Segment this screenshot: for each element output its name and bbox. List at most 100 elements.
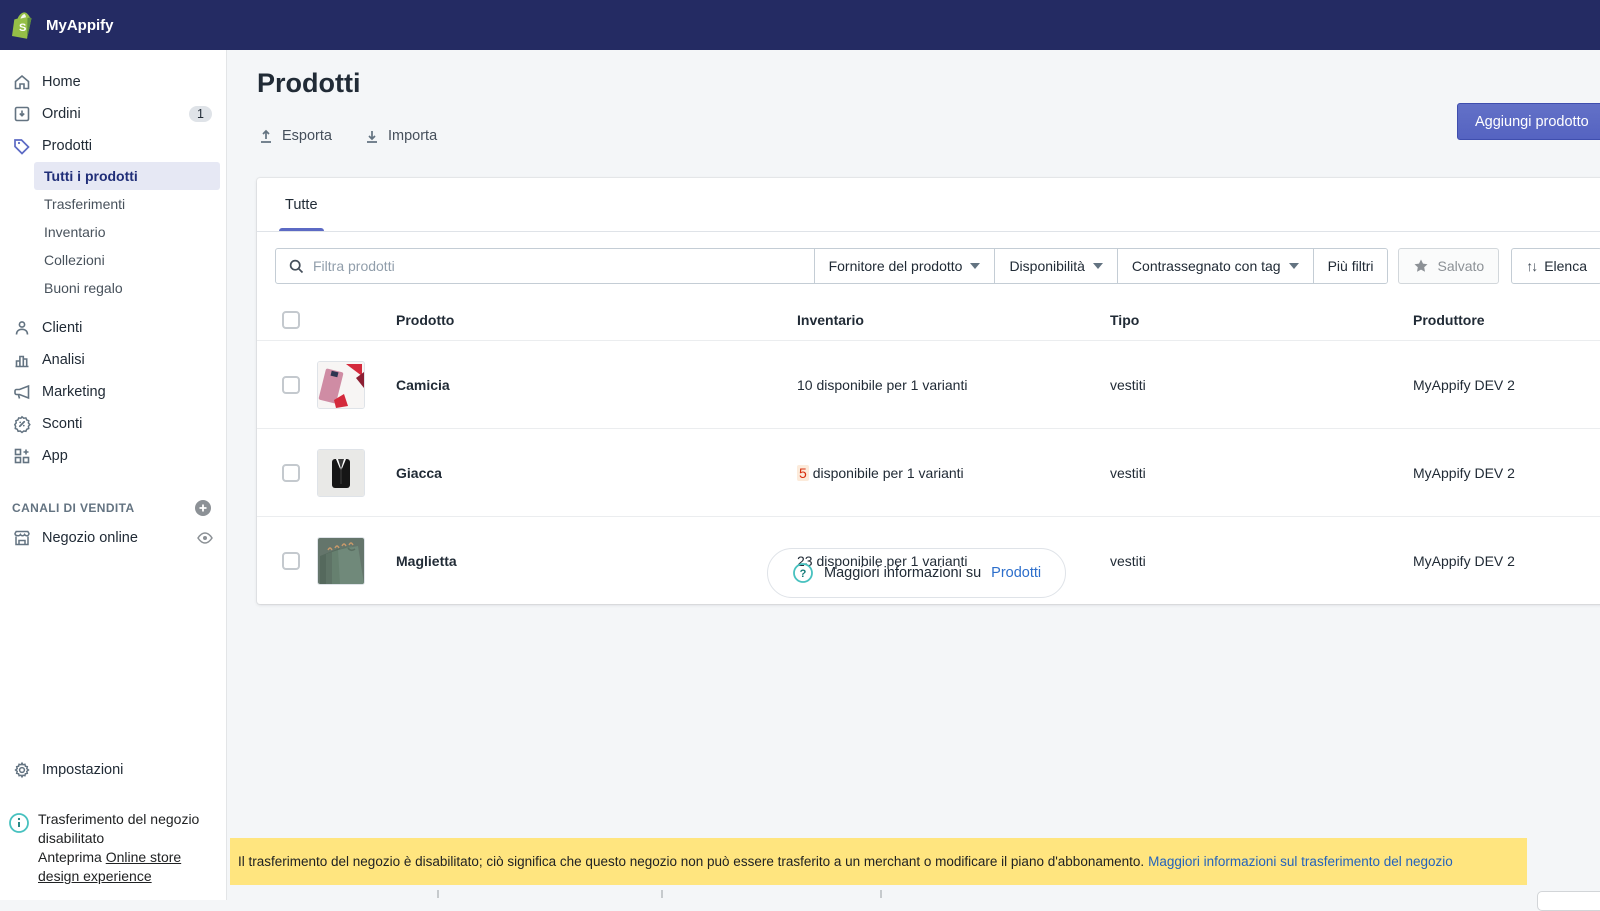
customers-icon [12,318,32,338]
store-transfer-notice: Trasferimento del negozio disabilitato A… [0,804,226,900]
column-header-type: Tipo [1110,312,1413,328]
bar-chart-icon [12,350,32,370]
vendor-cell: MyAppify DEV 2 [1413,553,1600,569]
import-icon [364,128,380,144]
store-name: MyAppify [46,17,114,34]
notice-prefix: Anteprima [38,849,106,865]
saved-filters-button[interactable]: Salvato [1398,248,1499,284]
banner-link[interactable]: Maggiori informazioni sul trasferimento … [1148,854,1453,869]
sidebar-item-analytics[interactable]: Analisi [0,344,226,376]
sidebar-item-label: Impostazioni [42,762,123,778]
star-icon [1413,258,1429,274]
shopify-logo-icon[interactable]: S [10,11,36,39]
type-cell: vestiti [1110,377,1413,393]
view-store-eye-icon[interactable] [196,529,214,547]
sidebar-item-label: Marketing [42,384,106,400]
sidebar-subitem-collections[interactable]: Collezioni [34,246,220,274]
sidebar-subitem-all-products[interactable]: Tutti i prodotti [34,162,220,190]
tab-bar: Tutte [257,178,1600,232]
svg-text:S: S [19,22,26,34]
availability-filter-dropdown[interactable]: Disponibilità [994,249,1116,283]
subitem-label: Trasferimenti [44,196,125,212]
table-row[interactable]: Camicia 10 disponibile per 1 varianti ve… [257,340,1600,428]
svg-text:?: ? [800,568,807,580]
sidebar-subitem-gift-cards[interactable]: Buoni regalo [34,274,220,302]
chevron-down-icon [1289,263,1299,269]
main-content: Prodotti Esporta Importa Aggiungi prodot… [227,50,1600,900]
sidebar-item-online-store[interactable]: Negozio online [0,522,226,554]
product-thumbnail[interactable] [317,449,365,497]
notice-text: Trasferimento del negozio disabilitato [38,811,199,846]
import-button[interactable]: Importa [364,128,437,144]
sidebar: Home Ordini 1 Prodotti Tutti i prodotti … [0,50,227,900]
sidebar-item-settings[interactable]: Impostazioni [0,754,226,786]
sidebar-item-marketing[interactable]: Marketing [0,376,226,408]
vendor-filter-dropdown[interactable]: Fornitore del prodotto [814,249,995,283]
learn-more-products-link[interactable]: Prodotti [991,565,1041,581]
select-all-checkbox[interactable] [282,311,300,329]
search-icon [288,258,305,275]
tag-icon [12,136,32,156]
inventory-quantity-low: 5 [797,465,809,481]
sidebar-item-label: Analisi [42,352,85,368]
chevron-down-icon [1093,263,1103,269]
add-product-button[interactable]: Aggiungi prodotto [1457,103,1600,140]
sidebar-subitem-inventory[interactable]: Inventario [34,218,220,246]
add-channel-icon[interactable] [194,499,212,517]
search-input[interactable] [313,258,802,274]
export-icon [258,128,274,144]
row-checkbox[interactable] [282,376,300,394]
sidebar-item-products[interactable]: Prodotti [0,130,226,162]
column-header-inventory: Inventario [797,312,1110,328]
orders-icon [12,104,32,124]
inventory-cell: 5 disponibile per 1 varianti [797,465,1110,481]
sidebar-item-home[interactable]: Home [0,66,226,98]
sidebar-item-label: Home [42,74,81,90]
export-button[interactable]: Esporta [258,128,332,144]
sidebar-item-discounts[interactable]: Sconti [0,408,226,440]
gear-icon [12,760,32,780]
product-thumbnail[interactable] [317,537,365,585]
tab-all[interactable]: Tutte [273,178,330,231]
sidebar-item-label: Prodotti [42,138,92,154]
product-search[interactable] [276,249,814,283]
orders-count-badge: 1 [189,106,212,122]
page-title: Prodotti [257,68,360,99]
subitem-label: Collezioni [44,252,105,268]
megaphone-icon [12,382,32,402]
sidebar-subitem-transfers[interactable]: Trasferimenti [34,190,220,218]
product-name[interactable]: Giacca [396,465,797,481]
vendor-cell: MyAppify DEV 2 [1413,465,1600,481]
column-header-vendor: Produttore [1413,312,1600,328]
sidebar-item-customers[interactable]: Clienti [0,312,226,344]
type-cell: vestiti [1110,553,1413,569]
products-card: Tutte Fornitore del prodotto D [257,178,1600,604]
row-checkbox[interactable] [282,464,300,482]
vendor-cell: MyAppify DEV 2 [1413,377,1600,393]
product-thumbnail[interactable] [317,361,365,409]
banner-text: Il trasferimento del negozio è disabilit… [238,854,1144,869]
bottom-tick [437,890,439,898]
sales-channels-heading: CANALI DI VENDITA [0,494,226,522]
apps-icon [12,446,32,466]
sidebar-item-label: Sconti [42,416,82,432]
bottom-tick [880,890,882,898]
learn-more-pill: ? Maggiori informazioni su Prodotti [767,548,1066,598]
tagged-filter-dropdown[interactable]: Contrassegnato con tag [1117,249,1313,283]
sidebar-item-label: Clienti [42,320,82,336]
sort-button[interactable]: ↑↓ Elenca [1511,248,1600,284]
sidebar-item-orders[interactable]: Ordini 1 [0,98,226,130]
subitem-label: Inventario [44,224,105,240]
product-name[interactable]: Camicia [396,377,797,393]
type-cell: vestiti [1110,465,1413,481]
inventory-quantity: 10 [797,377,813,393]
info-icon [8,810,30,886]
sidebar-item-label: App [42,448,68,464]
product-name[interactable]: Maglietta [396,553,797,569]
more-filters-button[interactable]: Più filtri [1313,249,1388,283]
sidebar-item-apps[interactable]: App [0,440,226,472]
partial-bottom-right-element [1537,891,1600,911]
column-header-product: Prodotto [396,312,797,328]
row-checkbox[interactable] [282,552,300,570]
table-row[interactable]: Giacca 5 disponibile per 1 varianti vest… [257,428,1600,516]
